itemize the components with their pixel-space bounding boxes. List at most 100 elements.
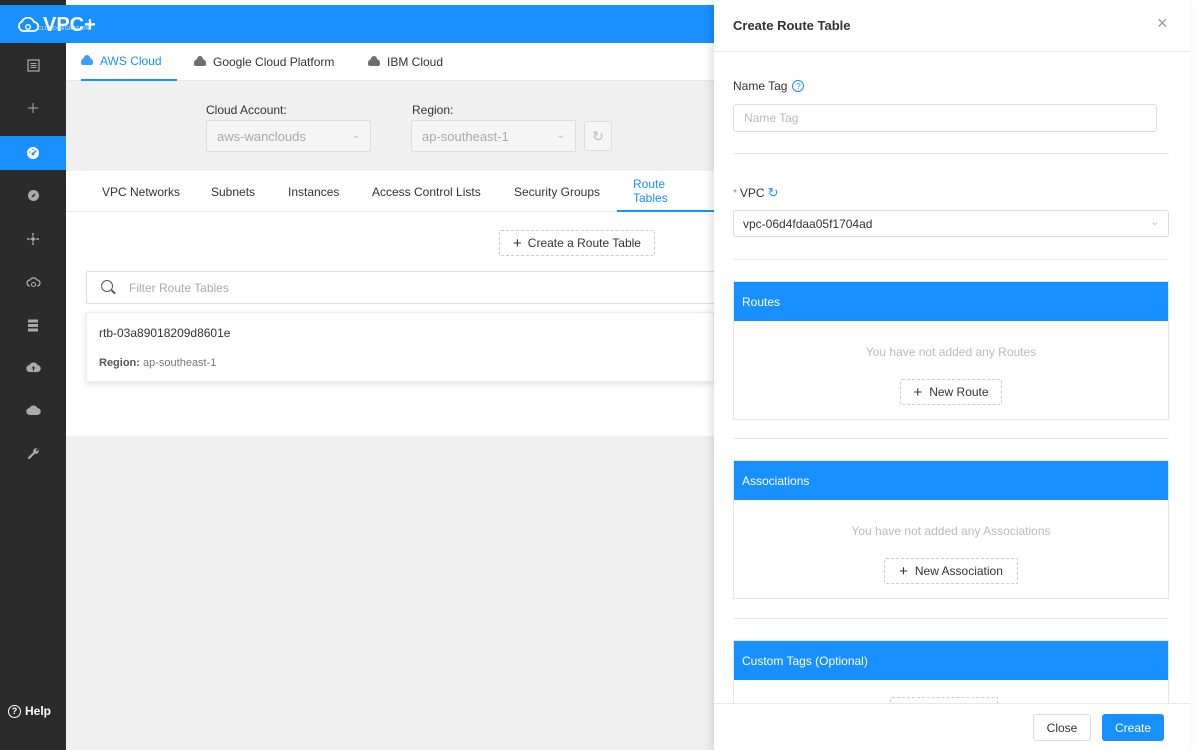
create-route-table-drawer: Create Route Table × Name Tag ? Name Tag… bbox=[714, 0, 1190, 750]
add-icon bbox=[28, 103, 38, 113]
drawer-header: Create Route Table × bbox=[714, 0, 1190, 52]
sidebar-item-dashboard[interactable] bbox=[0, 48, 66, 82]
chevron-down-icon: ⌄ bbox=[351, 130, 360, 141]
vpc-value: vpc-06d4fdaa05f1704ad bbox=[743, 216, 873, 231]
region-label: Region: bbox=[99, 357, 140, 369]
input-placeholder: Name Tag bbox=[744, 111, 799, 125]
button-label: Create a Route Table bbox=[527, 236, 641, 250]
logo-subtext: CLOUD MIGRATION bbox=[38, 26, 90, 32]
close-icon[interactable]: × bbox=[1157, 14, 1168, 32]
tab-vpc-networks[interactable]: VPC Networks bbox=[102, 171, 180, 212]
plus-icon: + bbox=[913, 383, 923, 401]
close-button[interactable]: Close bbox=[1033, 714, 1091, 741]
chevron-down-icon: ⌄ bbox=[1150, 217, 1159, 228]
route-table-region: Region: ap-southeast-1 bbox=[99, 357, 216, 369]
button-label: New Association bbox=[914, 564, 1003, 578]
drawer-footer: Close Create bbox=[714, 703, 1190, 750]
button-label: New Route bbox=[929, 385, 989, 399]
sidebar-item-cloud-upload[interactable] bbox=[0, 350, 66, 384]
top-bar: VPC+ CLOUD MIGRATION bbox=[0, 5, 714, 43]
label-text: VPC bbox=[739, 186, 765, 200]
server-icon bbox=[28, 319, 38, 331]
cloud-icon bbox=[25, 405, 41, 415]
tab-label: IBM Cloud bbox=[387, 55, 444, 69]
associations-panel: Associations You have not added any Asso… bbox=[733, 460, 1169, 599]
refresh-button[interactable]: ↻ bbox=[584, 121, 612, 151]
sidebar-item-compass[interactable] bbox=[0, 178, 66, 212]
create-button[interactable]: Create bbox=[1102, 714, 1164, 741]
associations-empty-text: You have not added any Associations bbox=[851, 524, 1051, 538]
gauge-icon bbox=[27, 147, 39, 159]
tab-google-cloud-platform[interactable]: Google Cloud Platform bbox=[194, 43, 334, 81]
route-table-card[interactable]: rtb-03a89018209d8601e Region: ap-southea… bbox=[86, 312, 714, 382]
divider bbox=[733, 153, 1169, 154]
filter-route-tables-input[interactable]: Filter Route Tables bbox=[86, 271, 714, 304]
custom-tags-header: Custom Tags (Optional) bbox=[734, 641, 1168, 680]
sidebar-item-network[interactable] bbox=[0, 222, 66, 256]
help-icon: ? bbox=[8, 704, 21, 718]
sidebar-item-cloud-sync[interactable] bbox=[0, 265, 66, 299]
tab-label: Google Cloud Platform bbox=[213, 55, 335, 69]
cloud-account-value: aws-wanclouds bbox=[217, 128, 306, 144]
region-select[interactable]: ap-southeast-1 ⌄ bbox=[411, 120, 576, 152]
tab-access-control-lists[interactable]: Access Control Lists bbox=[372, 171, 481, 212]
label-text: Name Tag bbox=[733, 79, 788, 93]
cloud-upload-icon bbox=[25, 362, 41, 373]
new-route-button[interactable]: + New Route bbox=[900, 379, 1002, 405]
tab-route-tables[interactable]: Route Tables bbox=[617, 171, 714, 212]
name-tag-label: Name Tag ? bbox=[733, 79, 805, 93]
required-mark: * bbox=[733, 187, 737, 199]
tab-ibm-cloud[interactable]: IBM Cloud bbox=[368, 43, 443, 81]
cloud-icon bbox=[368, 55, 380, 66]
network-icon bbox=[27, 233, 39, 245]
associations-header: Associations bbox=[734, 461, 1168, 500]
tab-aws-cloud[interactable]: AWS Cloud bbox=[81, 43, 177, 81]
refresh-icon[interactable]: ↻ bbox=[768, 185, 779, 201]
region-label: Region: bbox=[412, 103, 454, 117]
plus-icon: + bbox=[513, 234, 522, 252]
drawer-title: Create Route Table bbox=[733, 18, 851, 33]
sidebar-item-settings[interactable] bbox=[0, 436, 66, 470]
tab-subnets[interactable]: Subnets bbox=[211, 171, 255, 212]
content-panel: VPC Networks Subnets Instances Access Co… bbox=[66, 171, 714, 436]
cloud-provider-tabs: AWS Cloud Google Cloud Platform IBM Clou… bbox=[66, 43, 714, 81]
region-value: ap-southeast-1 bbox=[422, 128, 509, 144]
cloud-account-select[interactable]: aws-wanclouds ⌄ bbox=[206, 120, 371, 152]
main-area: AWS Cloud Google Cloud Platform IBM Clou… bbox=[66, 43, 714, 750]
chevron-down-icon: ⌄ bbox=[556, 130, 565, 141]
search-placeholder: Filter Route Tables bbox=[129, 280, 229, 295]
help-icon[interactable]: ? bbox=[792, 80, 805, 92]
logo-text: VPC+ bbox=[43, 14, 96, 36]
cloud-icon bbox=[194, 55, 206, 66]
sidebar-item-server[interactable] bbox=[0, 308, 66, 342]
tab-security-groups[interactable]: Security Groups bbox=[514, 171, 600, 212]
help-link[interactable]: ? Help bbox=[8, 704, 51, 718]
search-icon bbox=[101, 280, 113, 292]
cloud-logo-icon bbox=[18, 17, 39, 32]
create-route-table-button[interactable]: + Create a Route Table bbox=[499, 230, 655, 256]
name-tag-input[interactable]: Name Tag bbox=[733, 104, 1157, 132]
routes-header: Routes bbox=[734, 282, 1168, 321]
sidebar-item-cloud[interactable] bbox=[0, 393, 66, 427]
compass-icon bbox=[27, 189, 39, 201]
resource-tabs: VPC Networks Subnets Instances Access Co… bbox=[66, 171, 714, 212]
sidebar-item-add[interactable] bbox=[0, 91, 66, 125]
logo: VPC+ bbox=[17, 15, 96, 35]
vpc-label: * VPC ↻ bbox=[733, 185, 779, 201]
cloud-sync-icon bbox=[25, 276, 41, 287]
vpc-select[interactable]: vpc-06d4fdaa05f1704ad ⌄ bbox=[733, 210, 1169, 237]
sidebar: ? Help bbox=[0, 0, 66, 750]
tab-label: AWS Cloud bbox=[100, 54, 162, 68]
tab-instances[interactable]: Instances bbox=[288, 171, 339, 212]
sidebar-item-gauge[interactable] bbox=[0, 136, 66, 170]
routes-empty-text: You have not added any Routes bbox=[865, 345, 1037, 359]
divider bbox=[733, 259, 1169, 260]
cloud-icon bbox=[81, 54, 93, 65]
dashboard-icon bbox=[26, 58, 40, 72]
new-association-button[interactable]: + New Association bbox=[884, 558, 1018, 584]
region-value: ap-southeast-1 bbox=[143, 357, 217, 369]
route-table-id: rtb-03a89018209d8601e bbox=[99, 326, 231, 340]
plus-icon: + bbox=[899, 562, 908, 580]
routes-panel: Routes You have not added any Routes + N… bbox=[733, 281, 1169, 420]
cloud-account-label: Cloud Account: bbox=[206, 103, 287, 117]
